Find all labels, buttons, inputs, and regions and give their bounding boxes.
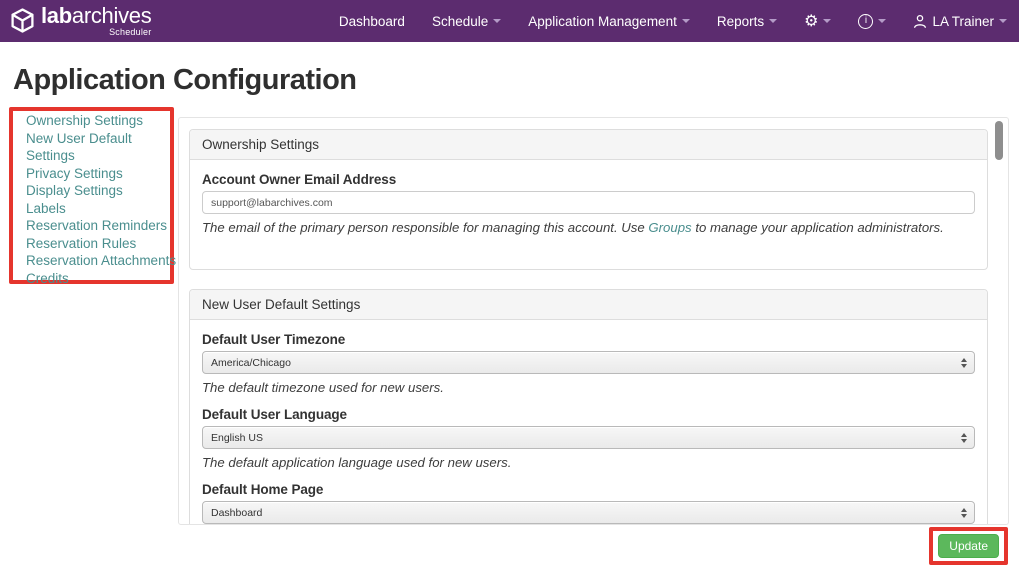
default-user-language-help: The default application language used fo…	[202, 455, 512, 470]
brand-subtitle: Scheduler	[109, 27, 152, 37]
default-user-timezone-select[interactable]: America/Chicago	[202, 351, 975, 374]
page-title: Application Configuration	[13, 64, 357, 96]
sidebar-item-credits[interactable]: Credits	[26, 270, 170, 288]
nav-user-menu[interactable]: LA Trainer	[913, 14, 1007, 29]
sidebar-item-ownership-settings[interactable]: Ownership Settings	[26, 112, 170, 130]
select-updown-icon	[961, 432, 967, 443]
default-user-language-label: Default User Language	[202, 407, 347, 422]
brand-name: labarchives	[41, 3, 152, 28]
select-updown-icon	[961, 507, 967, 518]
update-highlight-box: Update	[929, 527, 1008, 565]
nav-dashboard[interactable]: Dashboard	[339, 14, 405, 29]
default-home-page-select[interactable]: Dashboard	[202, 501, 975, 524]
groups-link[interactable]: Groups	[648, 220, 691, 235]
sidebar-item-labels[interactable]: Labels	[26, 200, 170, 218]
nav-application-management[interactable]: Application Management	[528, 14, 690, 29]
sidebar-highlight-box: Ownership Settings New User Default Sett…	[9, 107, 176, 286]
nav-info-menu[interactable]: i	[858, 13, 887, 29]
account-owner-email-label: Account Owner Email Address	[202, 172, 397, 187]
nav-settings-menu[interactable]: ⚙	[804, 11, 832, 30]
new-user-default-settings-panel: New User Default Settings Default User T…	[189, 289, 988, 524]
nav-schedule[interactable]: Schedule	[432, 14, 502, 29]
chevron-down-icon	[769, 19, 778, 23]
scrollbar-thumb[interactable]	[995, 121, 1003, 160]
chevron-down-icon	[999, 19, 1007, 23]
chevron-down-icon	[878, 19, 887, 23]
chevron-down-icon	[823, 19, 832, 23]
gear-icon: ⚙	[804, 11, 819, 30]
ownership-settings-panel: Ownership Settings Account Owner Email A…	[189, 129, 988, 270]
default-user-language-select[interactable]: English US	[202, 426, 975, 449]
user-name-label: LA Trainer	[932, 13, 994, 29]
sidebar-item-reservation-reminders[interactable]: Reservation Reminders	[26, 217, 170, 235]
panel-header: New User Default Settings	[190, 290, 987, 320]
main-nav: Dashboard Schedule Application Managemen…	[339, 13, 1007, 29]
account-owner-email-input[interactable]	[202, 191, 975, 214]
brand-logo[interactable]: labarchives Scheduler	[10, 3, 152, 37]
update-button[interactable]: Update	[938, 534, 999, 558]
sidebar-item-privacy-settings[interactable]: Privacy Settings	[26, 165, 170, 183]
sidebar-item-new-user-default-settings[interactable]: New User Default Settings	[26, 130, 144, 165]
person-icon	[914, 14, 927, 28]
chevron-down-icon	[681, 19, 690, 23]
account-owner-email-help: The email of the primary person responsi…	[202, 220, 944, 235]
info-icon: i	[858, 13, 874, 29]
default-home-page-label: Default Home Page	[202, 482, 324, 497]
sidebar-item-reservation-attachments[interactable]: Reservation Attachments	[26, 252, 176, 270]
default-user-timezone-label: Default User Timezone	[202, 332, 346, 347]
select-updown-icon	[961, 357, 967, 368]
settings-scroll-area: Ownership Settings Account Owner Email A…	[178, 117, 1009, 525]
sidebar-item-reservation-rules[interactable]: Reservation Rules	[26, 235, 170, 253]
panel-header: Ownership Settings	[190, 130, 987, 160]
chevron-down-icon	[493, 19, 502, 23]
cube-logo-icon	[11, 8, 34, 33]
nav-reports[interactable]: Reports	[717, 14, 778, 29]
default-user-timezone-help: The default timezone used for new users.	[202, 380, 444, 395]
sidebar-item-display-settings[interactable]: Display Settings	[26, 182, 170, 200]
top-navbar: labarchives Scheduler Dashboard Schedule…	[0, 0, 1019, 42]
